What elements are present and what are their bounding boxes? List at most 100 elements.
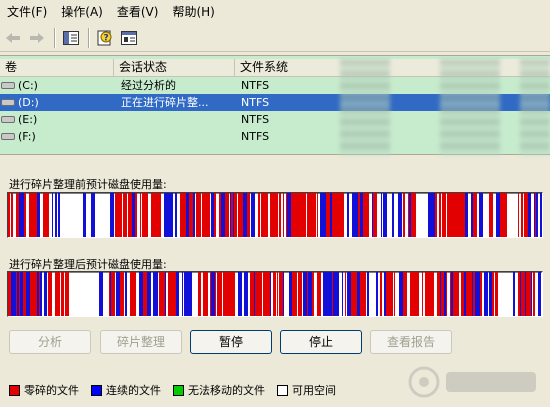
view-report-button[interactable]: 查看报告	[370, 330, 452, 354]
cluster-stripe	[492, 272, 494, 316]
cluster-stripe	[147, 272, 151, 316]
cluster-stripe	[458, 193, 461, 237]
cluster-stripe	[211, 272, 215, 316]
cluster-stripe	[342, 272, 343, 316]
cluster-stripe	[366, 193, 369, 237]
cluster-stripe	[526, 272, 528, 316]
volume-name: (F:)	[18, 130, 36, 143]
cluster-stripe	[283, 193, 284, 237]
legend-fragmented: 零碎的文件	[9, 382, 79, 398]
analyze-button[interactable]: 分析	[9, 330, 91, 354]
cluster-stripe	[238, 272, 242, 316]
menu-file[interactable]: 文件(F)	[0, 0, 54, 24]
cluster-stripe	[413, 272, 417, 316]
cluster-stripe	[151, 193, 154, 237]
cluster-stripe	[143, 193, 145, 237]
show-hide-console-tree-icon[interactable]	[60, 27, 82, 49]
cluster-stripe	[165, 272, 166, 316]
stop-button[interactable]: 停止	[280, 330, 362, 354]
menu-help[interactable]: 帮助(H)	[165, 0, 221, 24]
help-icon[interactable]: ?	[94, 27, 116, 49]
properties-icon[interactable]	[118, 27, 140, 49]
cluster-stripe	[489, 193, 493, 237]
cluster-stripe	[468, 272, 469, 316]
cluster-stripe	[274, 272, 276, 316]
cluster-stripe	[454, 272, 457, 316]
forward-arrow-icon[interactable]	[26, 27, 48, 49]
cluster-stripe	[17, 272, 19, 316]
cluster-stripe	[356, 193, 358, 237]
cluster-stripe	[23, 272, 26, 316]
cluster-stripe	[291, 193, 295, 237]
cluster-stripe	[186, 193, 187, 237]
watermark-logo	[408, 366, 536, 398]
cluster-stripe	[247, 272, 248, 316]
cluster-stripe	[164, 193, 168, 237]
cluster-stripe	[221, 193, 225, 237]
column-header-session-status[interactable]: 会话状态	[114, 59, 235, 76]
cluster-stripe	[345, 272, 346, 316]
drive-icon	[1, 116, 15, 123]
cluster-stripe	[254, 272, 255, 316]
cluster-stripe	[217, 272, 221, 316]
cluster-stripe	[446, 272, 447, 316]
before-defrag-label: 进行碎片整理前预计磁盘使用量:	[9, 178, 167, 191]
cluster-stripe	[296, 272, 297, 316]
cluster-stripe	[11, 272, 13, 316]
cluster-stripe	[392, 193, 394, 237]
cluster-stripe	[58, 193, 60, 237]
cluster-stripe	[435, 193, 437, 237]
cluster-stripe	[451, 193, 455, 237]
menu-view[interactable]: 查看(V)	[110, 0, 166, 24]
cluster-stripe	[258, 193, 260, 237]
cluster-stripe	[462, 193, 465, 237]
cluster-stripe	[528, 193, 531, 237]
cluster-stripe	[243, 193, 247, 237]
cluster-stripe	[286, 193, 287, 237]
cluster-stripe	[24, 193, 26, 237]
before-defrag-map	[7, 192, 543, 238]
fragmented-swatch	[9, 384, 20, 396]
back-arrow-icon[interactable]	[2, 27, 24, 49]
before-defrag-map-graphic	[8, 193, 542, 237]
cluster-stripe	[83, 193, 86, 237]
cluster-stripe	[211, 193, 214, 237]
cluster-stripe	[332, 272, 333, 316]
cluster-stripe	[198, 272, 201, 316]
cluster-stripe	[496, 193, 500, 237]
cluster-stripe	[225, 193, 229, 237]
cluster-stripe	[168, 272, 172, 316]
cluster-stripe	[120, 272, 124, 316]
cluster-stripe	[33, 272, 37, 316]
cluster-stripe	[169, 193, 171, 237]
cluster-stripe	[110, 193, 113, 237]
cluster-stripe	[261, 272, 262, 316]
after-defrag-map	[7, 271, 543, 317]
cluster-stripe	[442, 193, 443, 237]
legend: 零碎的文件 连续的文件 无法移动的文件 可用空间	[9, 382, 348, 398]
cluster-stripe	[230, 193, 231, 237]
cluster-stripe	[57, 272, 60, 316]
cluster-stripe	[11, 193, 13, 237]
cluster-stripe	[347, 193, 349, 237]
cluster-stripe	[503, 193, 504, 237]
cluster-stripe	[279, 272, 283, 316]
cluster-stripe	[91, 193, 95, 237]
defragment-button[interactable]: 碎片整理	[100, 330, 182, 354]
cluster-stripe	[372, 193, 373, 237]
cluster-stripe	[534, 193, 535, 237]
cluster-stripe	[139, 272, 143, 316]
cluster-stripe	[44, 272, 45, 316]
cluster-stripe	[287, 193, 291, 237]
column-header-file-system[interactable]: 文件系统	[235, 59, 315, 76]
menu-action[interactable]: 操作(A)	[54, 0, 110, 24]
cluster-stripe	[26, 272, 29, 316]
cluster-stripe	[380, 272, 382, 316]
cluster-stripe	[311, 193, 315, 237]
cluster-stripe	[214, 193, 216, 237]
cluster-stripe	[298, 272, 302, 316]
pause-button[interactable]: 暂停	[190, 330, 272, 354]
cluster-stripe	[251, 193, 253, 237]
cluster-stripe	[231, 193, 233, 237]
column-header-volume[interactable]: 卷	[0, 59, 114, 76]
